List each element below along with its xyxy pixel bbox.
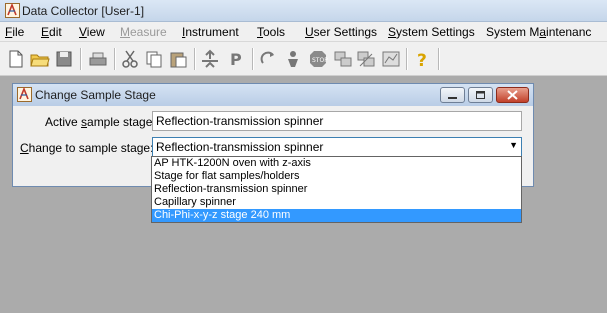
close-icon <box>507 90 518 100</box>
menu-bar: File Edit View Measure Instrument Tools … <box>0 22 607 42</box>
change-stage-label: Change to sample stage: <box>20 141 154 155</box>
save-icon[interactable] <box>54 49 74 69</box>
change-stage-select[interactable]: Reflection-transmission spinner ▼ <box>152 137 522 157</box>
new-document-icon[interactable] <box>6 49 26 69</box>
menu-file[interactable]: File <box>5 25 24 39</box>
chart-icon[interactable] <box>381 49 401 69</box>
print-icon[interactable] <box>88 49 108 69</box>
dialog-title: Change Sample Stage <box>35 88 156 102</box>
program-icon[interactable]: P <box>226 49 246 69</box>
menu-edit[interactable]: Edit <box>41 25 62 39</box>
minimize-button[interactable] <box>440 87 465 103</box>
reset-icon[interactable] <box>258 49 278 69</box>
window-title: Data Collector [User-1] <box>22 4 145 18</box>
change-stage-value: Reflection-transmission spinner <box>156 140 324 154</box>
dropdown-option[interactable]: AP HTK-1200N oven with z-axis <box>152 157 521 170</box>
execute-icon[interactable] <box>200 49 220 69</box>
menu-system-settings[interactable]: System Settings <box>388 25 475 39</box>
app-icon <box>5 3 20 18</box>
disconnect-icon[interactable] <box>356 49 376 69</box>
dropdown-option[interactable]: Stage for flat samples/holders <box>152 170 521 183</box>
dropdown-option[interactable]: Capillary spinner <box>152 196 521 209</box>
help-icon[interactable]: ? <box>412 49 432 69</box>
connect-icon[interactable] <box>333 49 353 69</box>
menu-system-maintenance[interactable]: System Maintenanc <box>486 25 591 39</box>
active-stage-field: Reflection-transmission spinner <box>152 111 522 131</box>
close-button[interactable] <box>496 87 529 103</box>
chevron-down-icon[interactable]: ▼ <box>509 140 518 150</box>
toolbar: P STOP ? <box>0 42 607 76</box>
dropdown-option-selected[interactable]: Chi-Phi-x-y-z stage 240 mm <box>152 209 521 222</box>
maximize-button[interactable] <box>468 87 493 103</box>
menu-instrument[interactable]: Instrument <box>182 25 239 39</box>
copy-icon[interactable] <box>144 49 164 69</box>
stage-dropdown-list: AP HTK-1200N oven with z-axis Stage for … <box>151 156 522 223</box>
stop-icon[interactable]: STOP <box>308 49 328 69</box>
dialog-app-icon <box>17 87 32 102</box>
active-stage-label: Active sample stage: <box>45 115 156 129</box>
svg-text:P: P <box>230 50 242 69</box>
paste-icon[interactable] <box>168 49 188 69</box>
svg-text:STOP: STOP <box>312 57 328 64</box>
menu-measure[interactable]: Measure <box>120 25 167 39</box>
svg-text:?: ? <box>417 51 427 69</box>
minimize-icon <box>448 97 457 99</box>
menu-view[interactable]: View <box>79 25 105 39</box>
menu-tools[interactable]: Tools <box>257 25 285 39</box>
cut-icon[interactable] <box>120 49 140 69</box>
menu-user-settings[interactable]: User Settings <box>305 25 377 39</box>
dropdown-option[interactable]: Reflection-transmission spinner <box>152 183 521 196</box>
open-folder-icon[interactable] <box>30 49 50 69</box>
dialog-titlebar: Change Sample Stage <box>13 84 533 106</box>
maximize-icon <box>476 91 485 99</box>
window-titlebar: Data Collector [User-1] <box>0 0 607 22</box>
position-icon[interactable] <box>283 49 303 69</box>
